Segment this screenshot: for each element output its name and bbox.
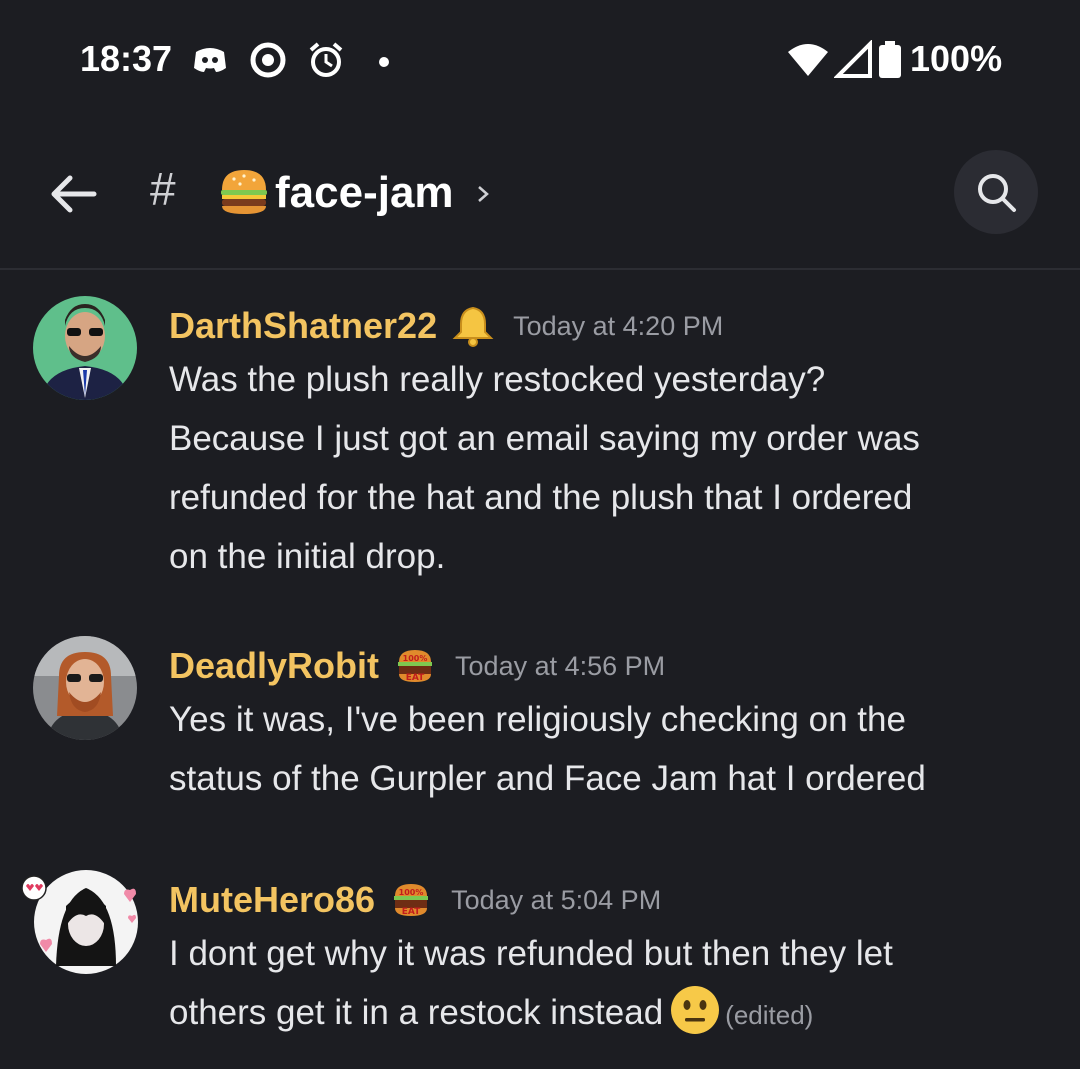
message-line: Because I just got an email saying my or… [169, 419, 920, 458]
message-text: Yes it was, I've been religiously checki… [169, 690, 1059, 808]
channel-header: # face-jam [0, 140, 1080, 270]
username[interactable]: MuteHero86 [169, 879, 375, 921]
chevron-right-icon[interactable] [474, 182, 492, 206]
burger-icon [221, 170, 267, 214]
avatar[interactable] [20, 870, 140, 974]
message-line: status of the Gurpler and Face Jam hat I… [169, 759, 926, 798]
svg-text:EAT: EAT [402, 907, 421, 917]
message-line: on the initial drop. [169, 537, 446, 576]
message-header: DarthShatner22 Today at 4:20 PM [169, 302, 723, 350]
svg-text:EAT: EAT [406, 673, 425, 683]
username[interactable]: DarthShatner22 [169, 305, 437, 347]
sync-icon [250, 42, 286, 78]
message-text: Was the plush really restocked yesterday… [169, 350, 1059, 586]
status-time: 18:37 [80, 38, 173, 79]
message-header: MuteHero86 100% EAT Today at 5:04 PM [169, 876, 661, 924]
wifi-icon [788, 44, 828, 76]
message-line: refunded for the hat and the plush that … [169, 478, 913, 517]
neutral-face-icon [671, 986, 720, 1034]
avatar[interactable] [33, 636, 137, 740]
message-line: Yes it was, I've been religiously checki… [169, 700, 906, 739]
edited-label: (edited) [725, 1000, 814, 1030]
battery-percent: 100% [910, 38, 1003, 79]
message-line: others get it in a restock instead [169, 993, 664, 1032]
status-bar: 18:37 100% [0, 0, 1080, 120]
channel-hash: # [150, 163, 176, 215]
svg-text:100%: 100% [403, 654, 428, 663]
channel-name[interactable]: face-jam [275, 168, 454, 218]
message-line-with-emoji: others get it in a restock instead (edit… [169, 983, 1059, 1045]
100-eat-burger-icon: 100% EAT [398, 650, 433, 683]
message-header: DeadlyRobit 100% EAT Today at 4:56 PM [169, 642, 665, 690]
signal-icon [834, 40, 872, 78]
alarm-icon [309, 42, 343, 77]
100-eat-burger-icon: 100% EAT [394, 884, 429, 917]
username[interactable]: DeadlyRobit [169, 645, 379, 687]
search-button[interactable] [954, 150, 1038, 234]
back-arrow-icon[interactable] [48, 168, 100, 220]
bell-icon [452, 306, 494, 347]
timestamp: Today at 4:20 PM [513, 310, 724, 341]
timestamp: Today at 5:04 PM [451, 884, 662, 915]
battery-icon [879, 41, 901, 78]
avatar[interactable] [33, 296, 137, 400]
svg-text:100%: 100% [399, 888, 424, 897]
message-text: I dont get why it was refunded but then … [169, 924, 1059, 1045]
message-line: I dont get why it was refunded but then … [169, 934, 893, 973]
search-icon [978, 174, 1016, 212]
discord-icon [194, 48, 226, 72]
message-line: Was the plush really restocked yesterday… [169, 360, 826, 399]
timestamp: Today at 4:56 PM [455, 650, 666, 681]
dot-icon [379, 57, 389, 67]
